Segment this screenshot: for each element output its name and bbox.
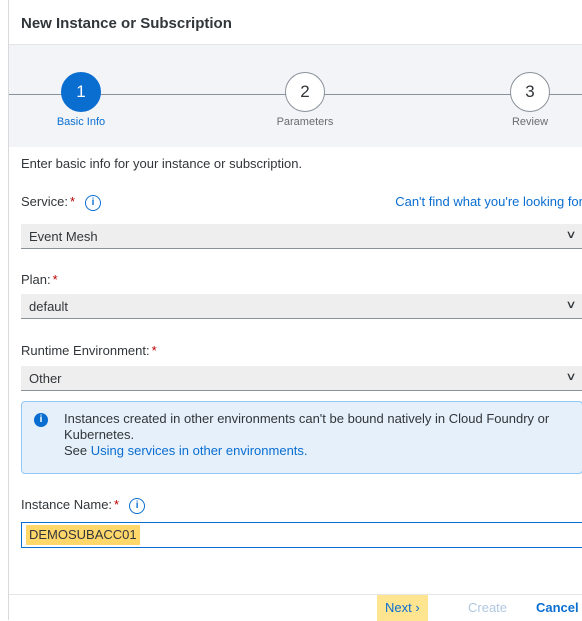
dialog-header: New Instance or Subscription <box>9 0 582 45</box>
service-value: Event Mesh <box>29 229 98 244</box>
info-message-text: Instances created in other environments … <box>64 411 568 459</box>
step-label: Parameters <box>276 116 334 128</box>
instance-name-value: DEMOSUBACC01 <box>26 525 140 545</box>
required-marker: * <box>114 497 120 512</box>
cant-find-link[interactable]: Can't find what you're looking for <box>395 194 582 209</box>
service-select[interactable]: Event Mesh ∨ <box>21 224 582 249</box>
runtime-label-row: Runtime Environment: * <box>21 343 157 358</box>
cancel-button[interactable]: Cancel <box>528 595 582 621</box>
step-label: Basic Info <box>56 116 106 128</box>
new-instance-dialog: New Instance or Subscription 1 Basic Inf… <box>8 0 582 621</box>
required-marker: * <box>69 194 76 209</box>
create-button[interactable]: Create <box>460 595 515 621</box>
info-icon[interactable]: i <box>129 497 146 514</box>
step-label: Review <box>511 116 549 128</box>
plan-label-row: Plan: * <box>21 272 58 287</box>
step-number: 3 <box>510 72 550 112</box>
runtime-label: Runtime Environment: <box>21 343 150 358</box>
wizard-step-review[interactable]: 3 Review <box>485 72 575 128</box>
service-label: Service: <box>21 194 68 209</box>
chevron-right-icon: › <box>415 600 420 615</box>
message-see: See <box>64 443 88 458</box>
runtime-value: Other <box>29 371 62 386</box>
instance-name-input[interactable]: DEMOSUBACC01 <box>21 522 582 548</box>
dialog-footer: Next › Create Cancel <box>9 594 582 621</box>
chevron-down-icon[interactable]: ∨ <box>565 370 576 383</box>
runtime-select[interactable]: Other ∨ <box>21 366 582 391</box>
step-number: 1 <box>61 72 101 112</box>
chevron-down-icon[interactable]: ∨ <box>565 298 576 311</box>
wizard-progress: 1 Basic Info 2 Parameters 3 Review <box>9 45 582 147</box>
next-button[interactable]: Next › <box>377 595 428 621</box>
step-number: 2 <box>285 72 325 112</box>
plan-label: Plan: <box>21 272 51 287</box>
required-marker: * <box>151 343 157 358</box>
plan-select[interactable]: default ∨ <box>21 294 582 319</box>
plan-value: default <box>29 299 69 314</box>
wizard-step-parameters[interactable]: 2 Parameters <box>260 72 350 128</box>
intro-text: Enter basic info for your instance or su… <box>21 156 303 171</box>
message-body: Instances created in other environments … <box>64 411 550 442</box>
required-marker: * <box>52 272 58 287</box>
using-services-link[interactable]: Using services in other environments. <box>91 443 308 458</box>
instance-name-label: Instance Name: <box>21 497 113 512</box>
info-icon: i <box>34 413 48 427</box>
dialog-title: New Instance or Subscription <box>21 15 232 32</box>
service-label-row: Service: * i <box>21 194 102 211</box>
info-icon[interactable]: i <box>85 194 102 211</box>
instance-name-label-row: Instance Name: * i <box>21 497 146 514</box>
info-message-strip: i Instances created in other environment… <box>21 401 582 474</box>
chevron-down-icon[interactable]: ∨ <box>565 228 576 241</box>
next-label: Next <box>385 600 412 615</box>
wizard-step-basic-info[interactable]: 1 Basic Info <box>36 72 126 128</box>
